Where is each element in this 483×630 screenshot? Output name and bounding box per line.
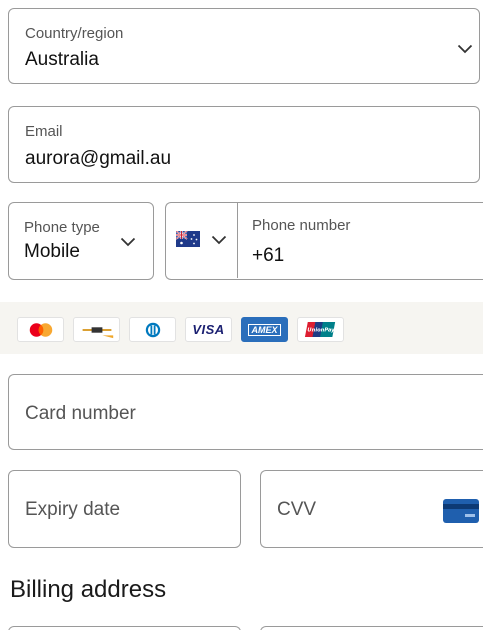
phone-number-input[interactable]: Phone number +61 xyxy=(238,203,482,278)
chevron-down-icon xyxy=(120,237,136,247)
phone-number-value: +61 xyxy=(252,245,285,266)
phone-type-value: Mobile xyxy=(24,241,80,262)
email-value: aurora@gmail.au xyxy=(25,148,172,169)
expiry-date-input[interactable]: Expiry date xyxy=(8,470,241,548)
unionpay-logo-text: UnionPay xyxy=(307,327,335,333)
accepted-cards-strip: VISA AMEX UnionPay xyxy=(0,302,483,354)
amex-logo-text: AMEX xyxy=(248,323,281,336)
country-code-select[interactable] xyxy=(166,203,238,278)
expiry-date-placeholder: Expiry date xyxy=(25,499,121,520)
visa-logo-text: VISA xyxy=(192,322,225,337)
card-back-icon xyxy=(443,499,479,523)
unionpay-icon: UnionPay xyxy=(297,317,344,342)
card-number-input[interactable]: Card number xyxy=(8,374,483,450)
cvv-input[interactable]: CVV xyxy=(260,470,483,548)
chevron-down-icon xyxy=(211,235,227,245)
diners-club-icon xyxy=(129,317,176,342)
country-region-value: Australia xyxy=(25,49,99,70)
billing-field-top-edge[interactable] xyxy=(8,626,241,630)
card-number-placeholder: Card number xyxy=(25,403,136,424)
email-label: Email xyxy=(25,123,63,140)
amex-icon: AMEX xyxy=(241,317,288,342)
country-region-select[interactable]: Country/region Australia xyxy=(8,8,480,84)
billing-field-top-edge[interactable] xyxy=(260,626,483,630)
country-region-label: Country/region xyxy=(25,25,124,42)
payment-form: Country/region Australia Email aurora@gm… xyxy=(0,0,483,630)
phone-number-label: Phone number xyxy=(252,217,351,234)
phone-type-label: Phone type xyxy=(24,219,100,236)
australia-flag-icon xyxy=(176,231,200,247)
maestro-icon xyxy=(73,317,120,342)
chevron-down-icon xyxy=(457,44,473,54)
email-field[interactable]: Email aurora@gmail.au xyxy=(8,106,480,183)
cvv-placeholder: CVV xyxy=(277,499,317,520)
phone-type-select[interactable]: Phone type Mobile xyxy=(8,202,154,280)
billing-address-heading: Billing address xyxy=(10,576,167,603)
mastercard-icon xyxy=(17,317,64,342)
visa-icon: VISA xyxy=(185,317,232,342)
phone-number-group: Phone number +61 xyxy=(165,202,483,280)
